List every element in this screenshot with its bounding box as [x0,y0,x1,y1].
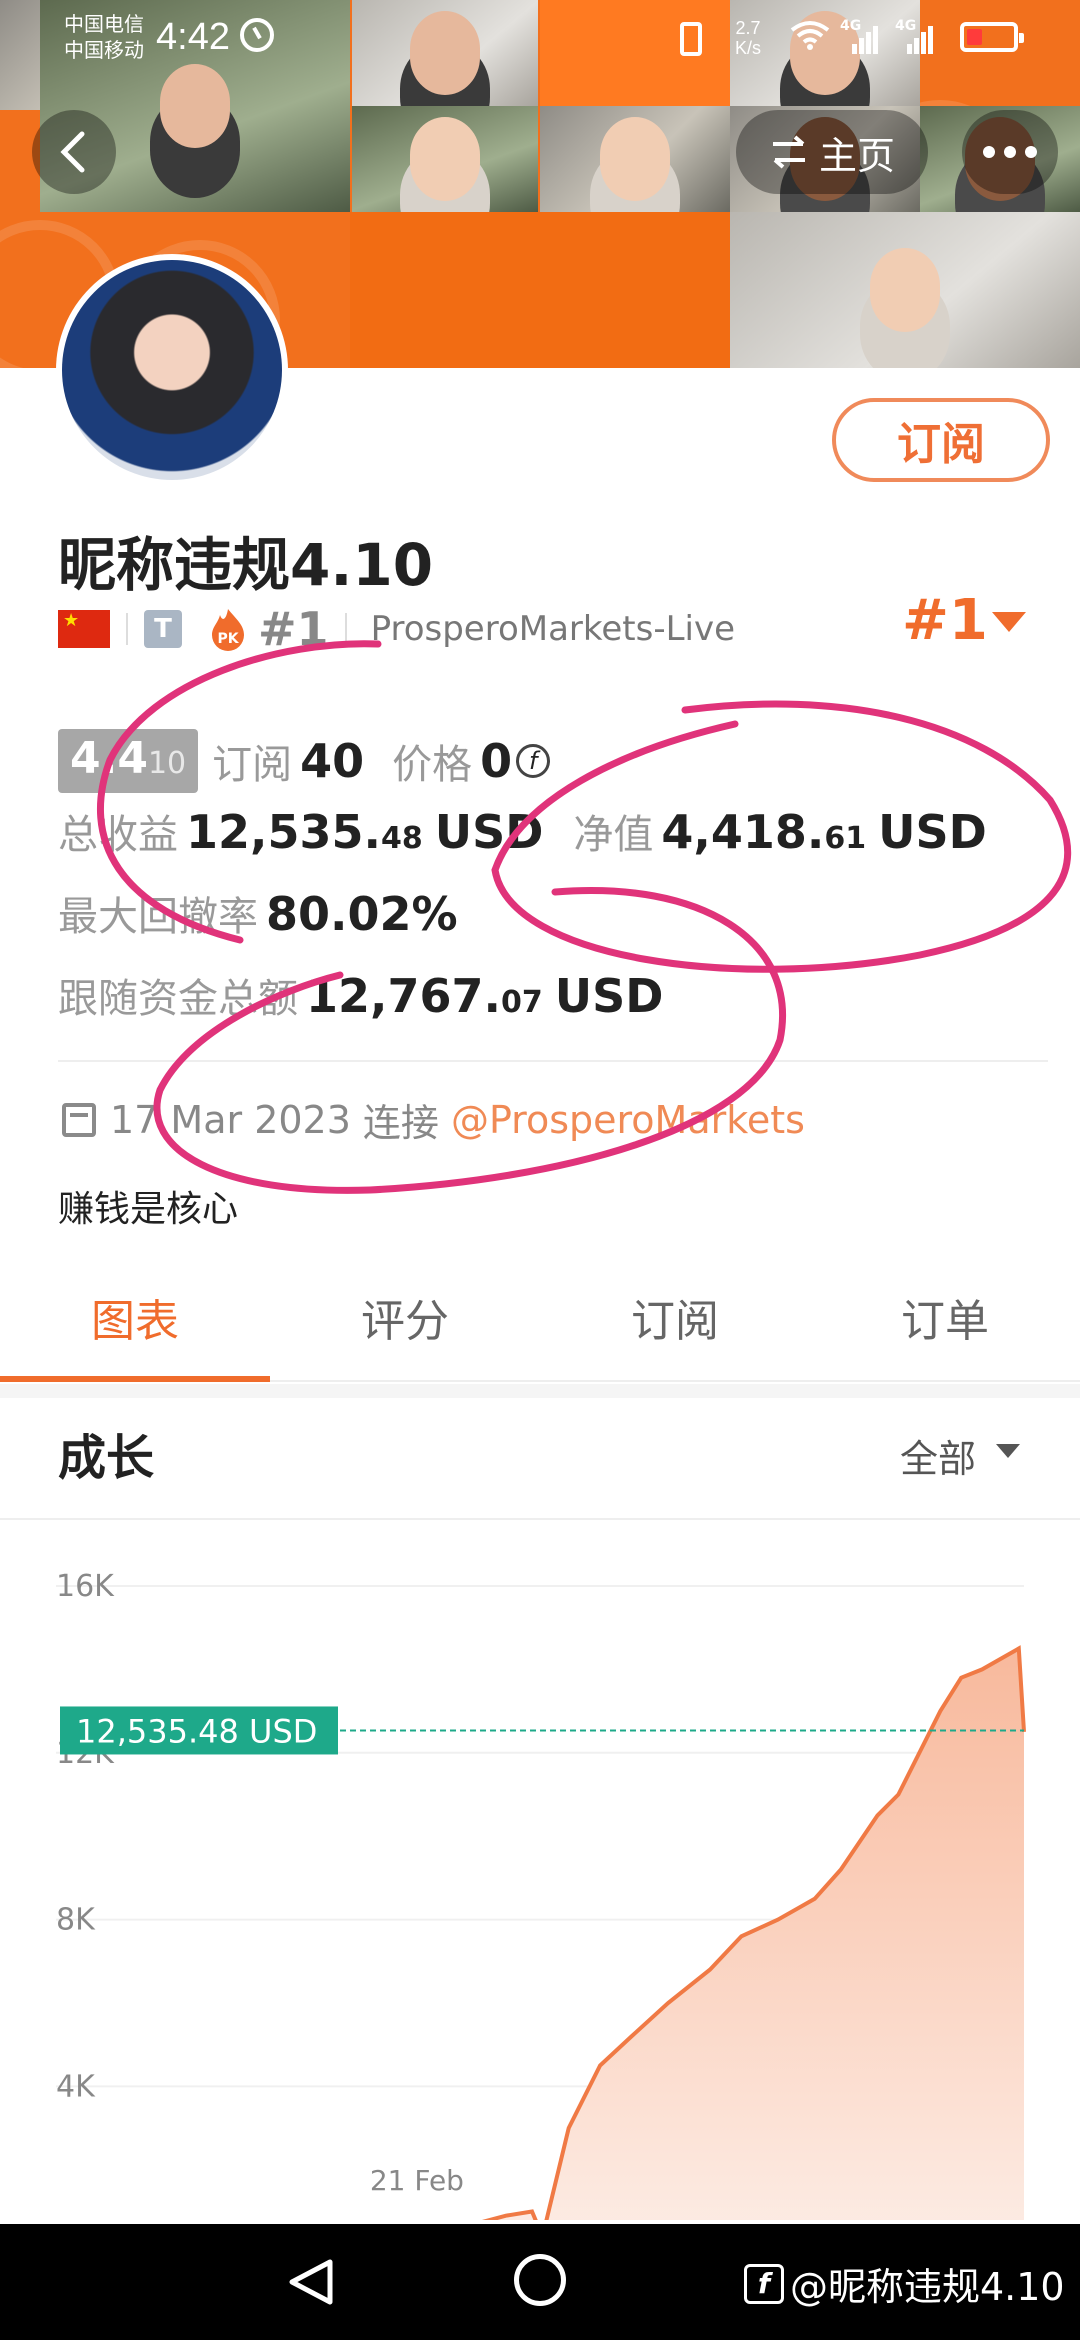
score-max: 10 [147,746,187,781]
drawdown-value: 80.02% [266,887,458,941]
follow-funds-dec: 07 [500,985,543,1020]
follow-funds-unit: USD [554,969,664,1023]
divider [58,1060,1048,1062]
system-nav-bar: f @昵称违规4.10 [0,2224,1080,2340]
equity-unit: USD [878,805,987,859]
badge-row: T PK #1 ProsperoMarkets-Live [58,602,736,656]
more-dots-icon [1025,146,1037,158]
equity-dec: 61 [824,821,867,856]
banner-photo [540,106,730,212]
price-value: 0 [480,734,513,788]
rank-selector[interactable]: #1 [902,588,988,653]
section-divider [0,1384,1080,1398]
score-value: 4.4 [70,733,148,784]
follow-funds-value: 12,767.07 [306,969,543,1023]
network-type-1: 4G [840,18,862,34]
net-speed: 2.7 K/s [735,18,761,58]
tab-bar: 图表 评分 订阅 订单 [0,1270,1080,1382]
vibrate-icon [680,22,702,56]
subscribe-count-label: 订阅 [212,742,293,788]
banner-block [350,212,730,368]
status-bar: 中国电信 中国移动 4:42 2.7 K/s 4G 4G [0,0,1080,80]
x-tick-label: 21 Feb [370,2164,464,2197]
carrier-labels: 中国电信 中国移动 [64,12,144,64]
divider [126,613,128,645]
tab-subscriptions[interactable]: 订阅 [540,1270,810,1380]
tab-rating[interactable]: 评分 [270,1270,540,1380]
y-tick-label: 16K [56,1569,115,1604]
coin-icon: f [516,744,551,778]
caret-down-icon[interactable] [992,612,1026,632]
avatar[interactable] [56,254,288,486]
stats-panel: 4.4 10 订阅 40 价格 0 f 总收益 12,535.48 USD 净值… [58,720,1048,1048]
more-dots-icon [983,146,995,158]
banner-photo [730,212,1080,368]
signal-icon: 4G [895,18,933,54]
range-filter[interactable]: 全部 [900,1428,976,1483]
divider [344,613,347,645]
swap-icon [772,135,805,169]
watermark-text: @昵称违规4.10 [790,2265,1065,2309]
drawdown-label: 最大回撤率 [58,894,258,940]
tab-chart[interactable]: 图表 [0,1270,270,1382]
growth-chart[interactable]: 16K12K8K4K0-4K 21 Feb18 Apr09 Jun 12,535… [0,1540,1080,2220]
net-speed-unit: K/s [735,38,762,58]
total-profit-value: 12,535.48 [186,805,423,859]
network-type-2: 4G [895,18,917,34]
rank: #1 [258,602,329,656]
nickname: 昵称违规4.10 [58,531,434,599]
bio: 赚钱是核心 [58,1189,239,1230]
subscribe-count: 40 [300,734,365,788]
more-dots-icon [1004,146,1016,158]
calendar-icon [62,1102,96,1137]
watermark: f @昵称违规4.10 [744,2256,1065,2311]
equity-label: 净值 [573,812,654,858]
battery-icon [960,22,1024,52]
more-button[interactable] [962,110,1058,194]
total-profit-unit: USD [434,805,544,859]
alarm-icon [240,18,274,52]
broker-mention-link[interactable]: @ProsperoMarkets [451,1098,805,1142]
nav-back-icon[interactable] [286,2258,336,2306]
total-profit-label: 总收益 [58,812,178,858]
score-badge: 4.4 10 [58,729,199,793]
follow-funds-int: 12,767. [306,969,501,1023]
home-button[interactable]: 主页 [736,110,928,194]
carrier-2: 中国移动 [64,40,144,62]
y-tick-label: 4K [56,2069,96,2104]
t-badge: T [144,610,182,648]
joined-date: 17 Mar 2023 [110,1097,351,1142]
growth-title: 成长 [58,1430,155,1486]
total-profit-dec: 48 [380,821,423,856]
back-button[interactable] [32,110,116,194]
pk-label: PK [217,631,239,647]
total-profit-int: 12,535. [186,805,381,859]
wifi-icon [790,21,830,50]
pk-fire-icon: PK [212,609,244,651]
joined-row: 17 Mar 2023 连接 @ProsperoMarkets [62,1092,805,1147]
net-speed-value: 2.7 [735,18,761,38]
chevron-left-icon [60,131,85,173]
signal-icon: 4G [840,18,878,54]
status-time: 4:42 [156,16,230,58]
connect-label: 连接 [362,1101,439,1145]
tab-orders[interactable]: 订单 [810,1270,1080,1380]
banner-photo [352,106,538,212]
china-flag-icon [58,610,110,648]
home-label: 主页 [818,133,895,178]
broker-name: ProsperoMarkets-Live [370,609,736,649]
price-label: 价格 [392,742,473,788]
divider [0,1518,1080,1520]
equity-int: 4,418. [661,805,825,859]
current-value-label: 12,535.48 USD [76,1712,317,1750]
equity-value: 4,418.61 [661,805,866,859]
subscribe-button[interactable]: 订阅 [832,398,1050,482]
caret-down-icon[interactable] [996,1444,1020,1458]
y-tick-label: 8K [56,1903,96,1938]
facebook-icon: f [744,2263,784,2304]
follow-funds-label: 跟随资金总额 [58,976,298,1022]
carrier-1: 中国电信 [64,14,144,36]
nav-home-icon[interactable] [514,2254,566,2306]
avatar-image [62,260,282,480]
